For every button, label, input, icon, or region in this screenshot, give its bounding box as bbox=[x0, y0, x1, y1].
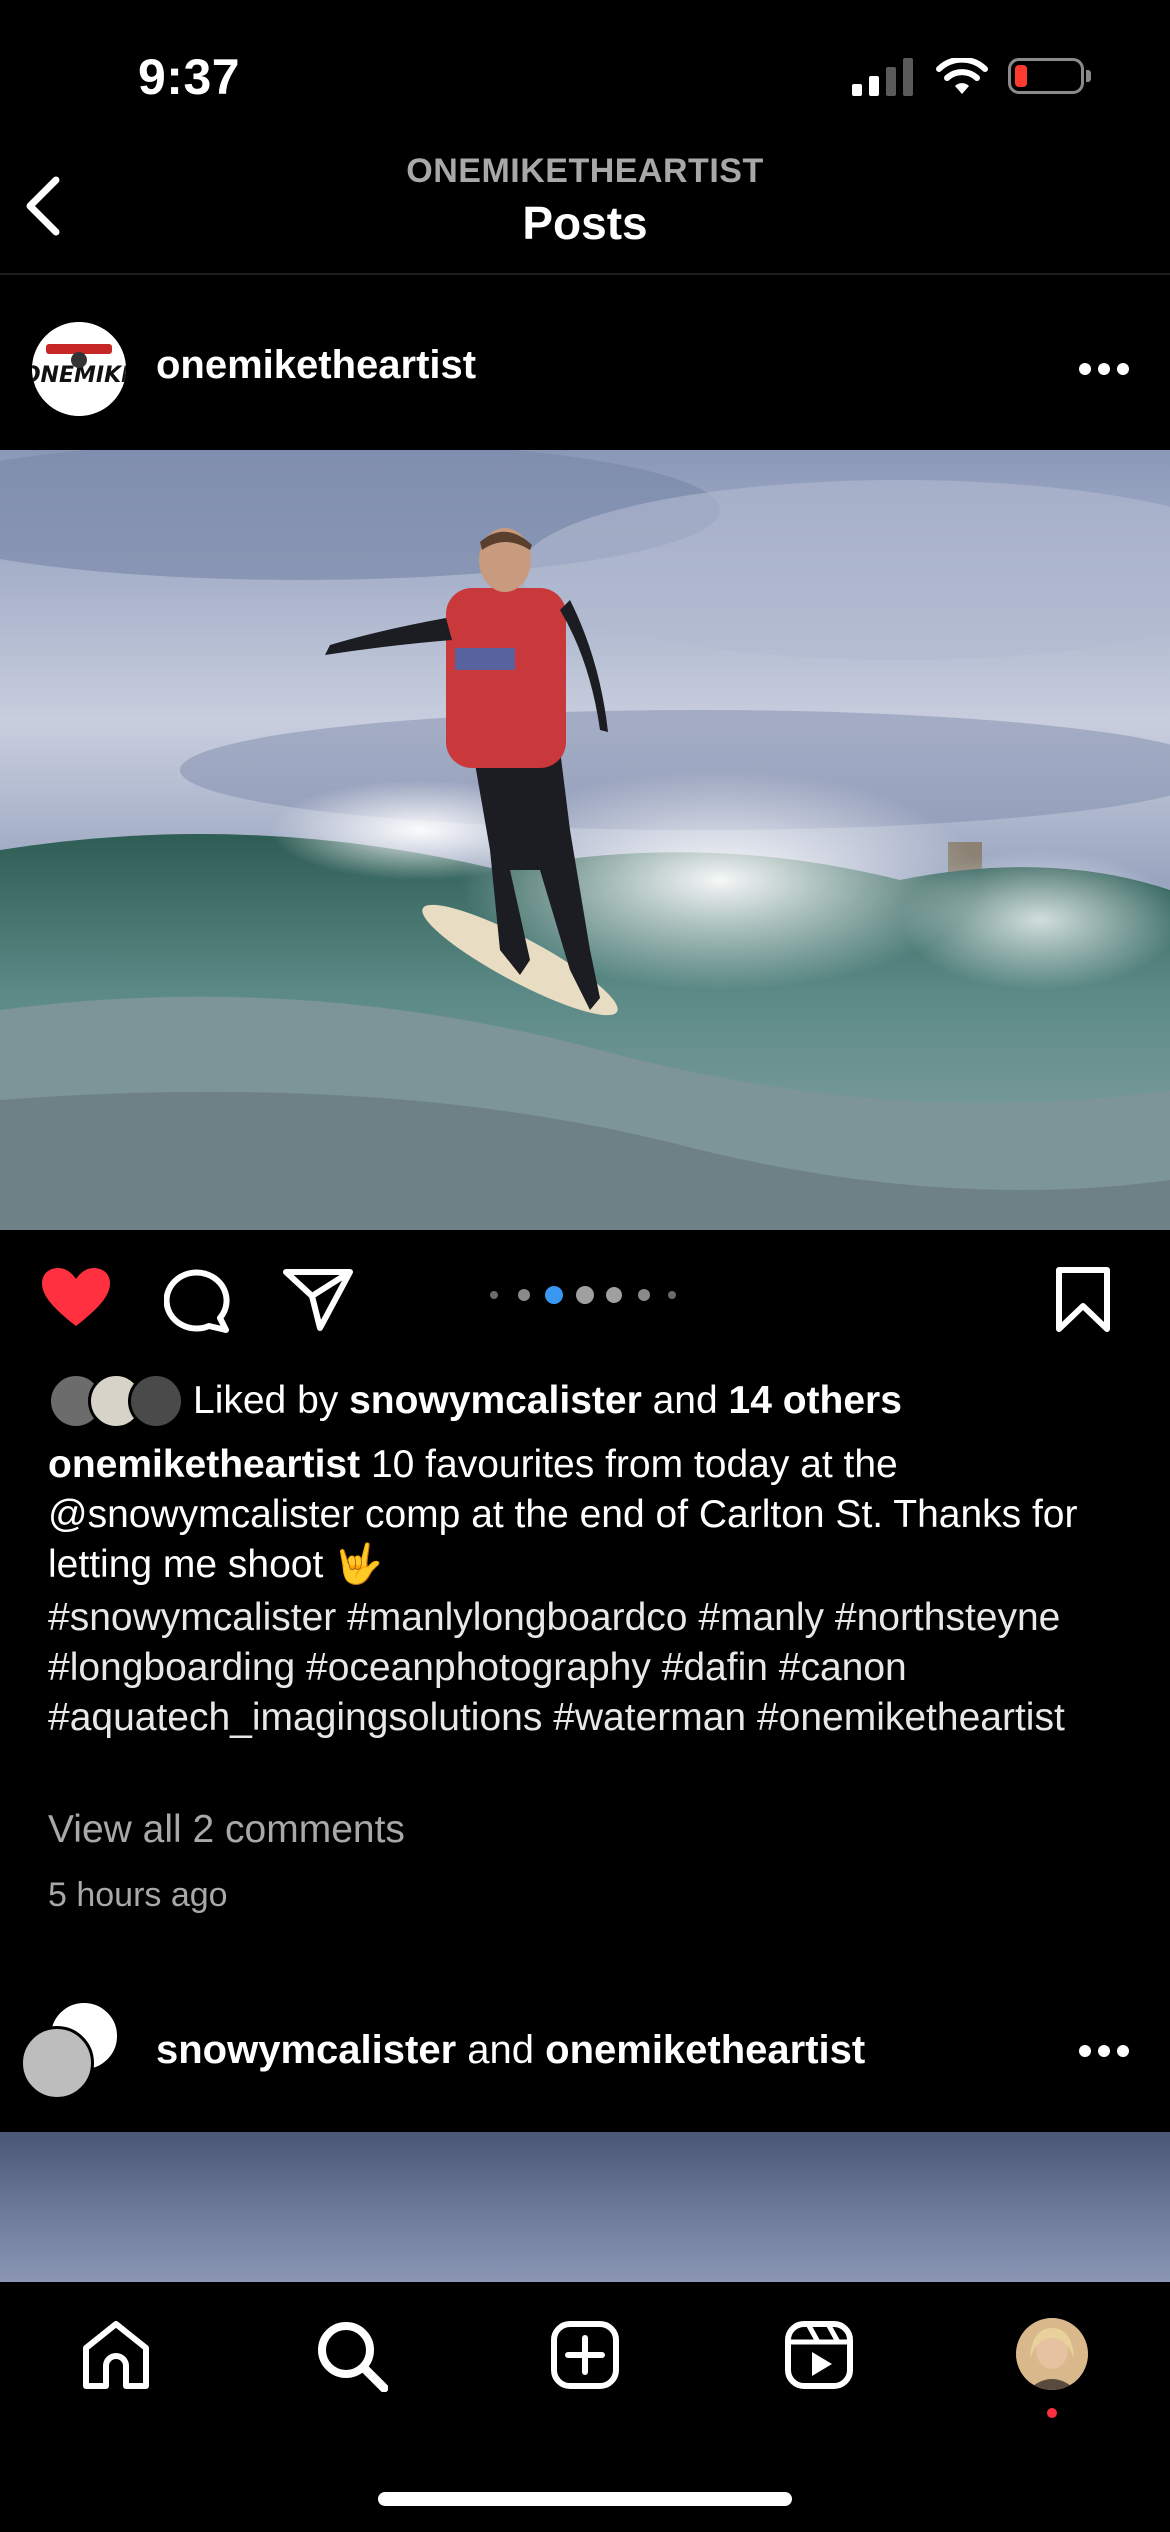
profile-avatar[interactable] bbox=[1016, 2318, 1088, 2390]
caption-username[interactable]: onemiketheartist bbox=[48, 1443, 360, 1486]
more-options-icon[interactable] bbox=[1078, 360, 1130, 378]
notification-dot bbox=[1047, 2408, 1057, 2418]
like-heart-icon[interactable] bbox=[40, 1266, 112, 1330]
post2-user1[interactable]: snowymcalister bbox=[156, 2028, 456, 2072]
header-divider bbox=[0, 273, 1170, 275]
share-icon[interactable] bbox=[282, 1266, 354, 1332]
view-comments-link[interactable]: View all 2 comments bbox=[48, 1808, 405, 1852]
search-icon[interactable] bbox=[316, 2320, 388, 2392]
post-timestamp: 5 hours ago bbox=[48, 1876, 228, 1914]
bookmark-icon[interactable] bbox=[1054, 1266, 1112, 1334]
wifi-icon bbox=[936, 58, 988, 94]
battery-icon bbox=[1008, 58, 1084, 94]
rock-on-emoji: 🤟 bbox=[334, 1543, 383, 1586]
header-username: ONEMIKETHEARTIST bbox=[406, 152, 764, 190]
cellular-signal-icon bbox=[852, 58, 913, 96]
status-time: 9:37 bbox=[138, 49, 241, 105]
liked-by-text[interactable]: Liked by snowymcalister and 14 others bbox=[193, 1376, 902, 1426]
post-username[interactable]: onemiketheartist bbox=[156, 343, 476, 388]
battery-cap bbox=[1086, 70, 1091, 82]
post-avatar[interactable]: ONEMIKE bbox=[32, 322, 126, 416]
create-post-icon[interactable] bbox=[550, 2320, 620, 2390]
post2-user2[interactable]: onemiketheartist bbox=[545, 2028, 865, 2072]
liked-by-avatars[interactable] bbox=[48, 1373, 184, 1429]
home-indicator bbox=[378, 2492, 792, 2506]
page-title: Posts bbox=[522, 197, 648, 249]
post-caption: onemiketheartist 10 favourites from toda… bbox=[48, 1440, 1128, 1590]
liked-by-user[interactable]: snowymcalister bbox=[349, 1379, 642, 1422]
post2-avatars[interactable] bbox=[20, 2000, 120, 2100]
carousel-indicator bbox=[490, 1286, 680, 1304]
liked-by-others[interactable]: 14 others bbox=[729, 1379, 902, 1422]
liked-by-and: and bbox=[652, 1379, 718, 1422]
post2-photo[interactable] bbox=[0, 2132, 1170, 2282]
home-icon[interactable] bbox=[80, 2320, 152, 2390]
post2-users[interactable]: snowymcalister and onemiketheartist bbox=[156, 2028, 865, 2073]
liked-by-prefix: Liked by bbox=[193, 1379, 339, 1422]
reels-icon[interactable] bbox=[784, 2320, 854, 2390]
post2-and: and bbox=[467, 2028, 535, 2072]
post-photo[interactable] bbox=[0, 450, 1170, 1230]
post2-more-options-icon[interactable] bbox=[1078, 2042, 1130, 2060]
post-hashtags[interactable]: #snowymcalister #manlylongboardco #manly… bbox=[48, 1593, 1128, 1743]
comment-icon[interactable] bbox=[164, 1266, 232, 1334]
